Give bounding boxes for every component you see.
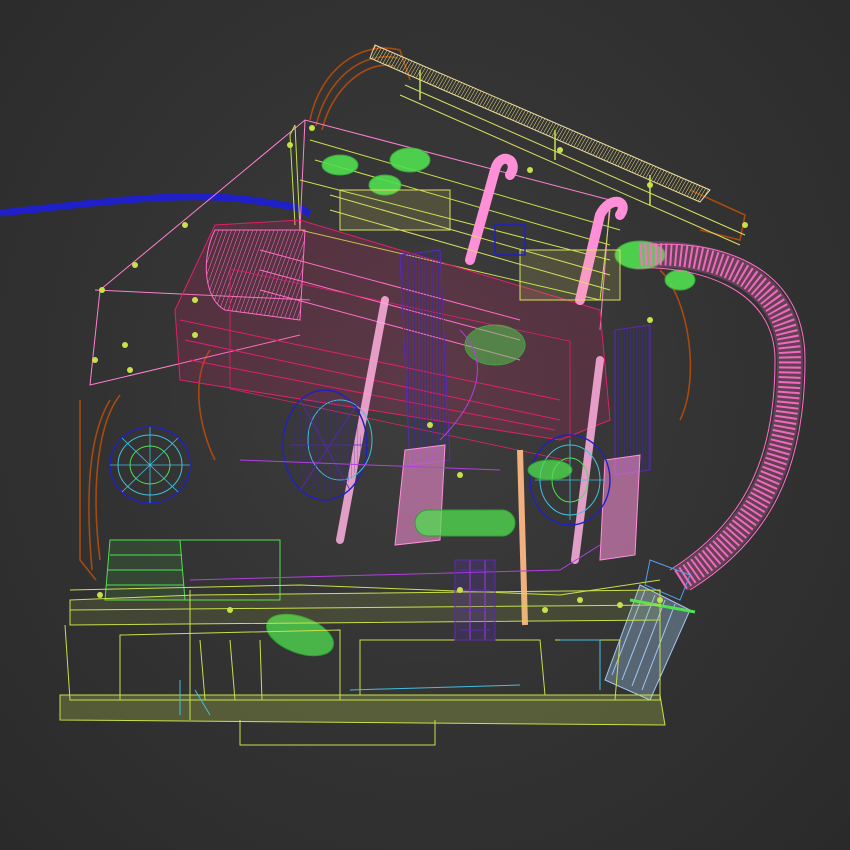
blue-cable bbox=[0, 193, 312, 218]
wheel-left bbox=[109, 426, 191, 504]
pink-hose bbox=[634, 241, 806, 592]
central-column bbox=[454, 559, 496, 641]
wheel-right bbox=[529, 434, 611, 526]
base-platform bbox=[59, 579, 666, 746]
green-barrel bbox=[104, 539, 281, 601]
wireframe-model[interactable] bbox=[0, 0, 850, 850]
3d-viewport[interactable] bbox=[0, 0, 850, 850]
